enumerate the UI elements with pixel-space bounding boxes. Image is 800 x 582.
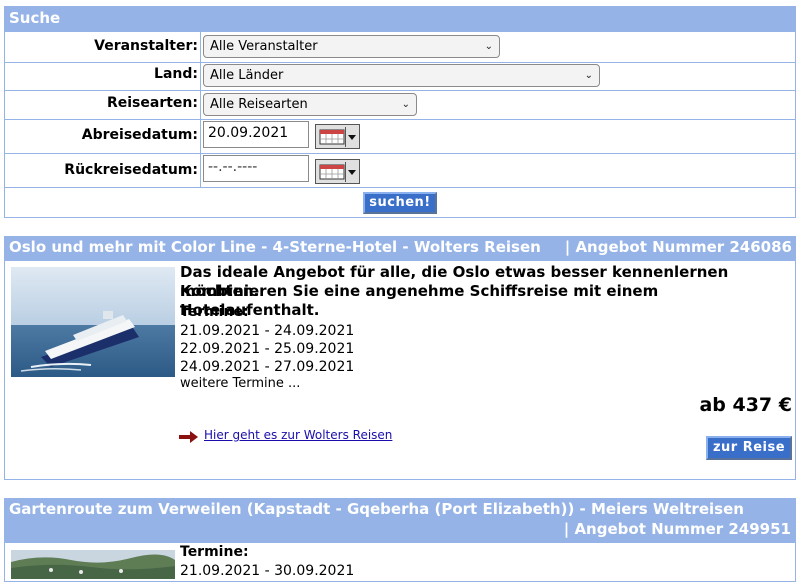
land-label: Land: <box>154 66 198 82</box>
arrow-right-icon <box>179 428 199 443</box>
offer-header: Oslo und mehr mit Color Line - 4-Sterne-… <box>4 236 796 260</box>
date-item: 22.09.2021 - 25.09.2021 <box>180 341 355 357</box>
row-divider <box>4 62 796 63</box>
zur-reise-button[interactable]: zur Reise <box>706 436 792 460</box>
more-dates-link[interactable]: weitere Termine ... <box>180 376 300 391</box>
chevron-down-icon: ⌄ <box>484 41 493 52</box>
chevron-down-icon: ⌄ <box>401 99 410 110</box>
termine-heading: Termine: <box>180 304 249 320</box>
termine-heading: Termine: <box>180 544 249 560</box>
abreise-date-field[interactable]: 20.09.2021 <box>203 121 309 148</box>
coast-photo <box>11 550 175 579</box>
abreise-label: Abreisedatum: <box>81 127 198 143</box>
column-divider <box>200 31 201 187</box>
date-item: 24.09.2021 - 27.09.2021 <box>180 359 355 375</box>
offer-title: Gartenroute zum Verweilen (Kapstadt - Gq… <box>9 500 744 518</box>
ship-image <box>11 267 175 377</box>
offer-number: | Angebot Nummer 249951 <box>563 520 791 538</box>
abreise-calendar-button[interactable] <box>315 124 360 149</box>
land-select[interactable]: Alle Länder ⌄ <box>203 64 600 87</box>
search-panel <box>4 31 796 218</box>
veranstalter-select[interactable]: Alle Veranstalter ⌄ <box>203 35 500 58</box>
rueckreise-label: Rückreisedatum: <box>64 162 198 178</box>
rueckreise-calendar-button[interactable] <box>315 159 360 184</box>
row-divider <box>4 90 796 91</box>
offer-description: Kombinieren Sie eine angenehme Schiffsre… <box>180 282 659 319</box>
search-panel-title: Suche <box>9 9 61 27</box>
search-submit-button[interactable]: suchen! <box>363 192 437 214</box>
search-panel-header: Suche <box>4 6 796 31</box>
provider-link[interactable]: Hier geht es zur Wolters Reisen <box>204 428 392 442</box>
calendar-icon <box>319 126 356 147</box>
date-item: 21.09.2021 - 24.09.2021 <box>180 323 355 339</box>
date-item: 21.09.2021 - 30.09.2021 <box>180 563 355 579</box>
calendar-icon <box>319 161 356 182</box>
chevron-down-icon: ⌄ <box>584 70 593 81</box>
coast-image <box>11 550 175 579</box>
offer-title: Oslo und mehr mit Color Line - 4-Sterne-… <box>9 238 541 256</box>
rueckreise-date-field[interactable]: --.--.---- <box>203 155 309 182</box>
land-value: Alle Länder <box>210 68 284 83</box>
veranstalter-value: Alle Veranstalter <box>210 39 318 54</box>
reisearten-value: Alle Reisearten <box>210 97 308 112</box>
offer-number: | Angebot Nummer 246086 <box>564 238 792 256</box>
row-divider <box>4 153 796 154</box>
row-divider <box>4 187 796 188</box>
price-label: ab 437 € <box>699 394 792 416</box>
reisearten-select[interactable]: Alle Reisearten ⌄ <box>203 93 417 116</box>
veranstalter-label: Veranstalter: <box>94 38 198 54</box>
ship-photo <box>11 267 175 377</box>
row-divider <box>4 119 796 120</box>
offer-header: Gartenroute zum Verweilen (Kapstadt - Gq… <box>4 498 796 542</box>
reisearten-label: Reisearten: <box>106 95 198 111</box>
